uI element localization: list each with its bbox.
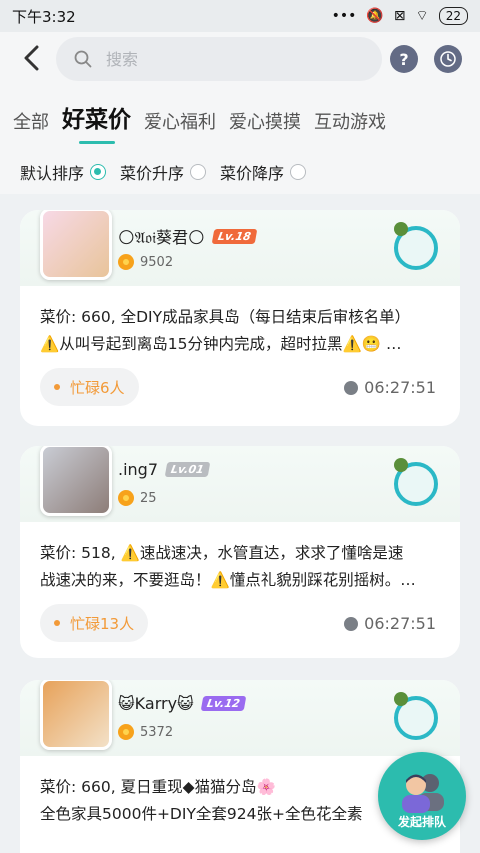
busy-badge: 忙碌6人 — [40, 368, 139, 406]
sort-price-asc[interactable]: 菜价升序 — [120, 160, 207, 184]
flower-icon — [118, 724, 134, 740]
back-arrow-icon — [24, 45, 39, 71]
post-header: 😺Karry😺 Lv.12 5372 — [20, 680, 460, 756]
chat-icon[interactable] — [394, 692, 438, 740]
search-input[interactable] — [104, 48, 348, 70]
sim-icon: ⊠ — [393, 8, 406, 24]
flower-icon — [118, 490, 134, 506]
post-content: 菜价: 660, 全DIY成品家具岛（每日结束后审核名单） ⚠️从叫号起到离岛1… — [20, 286, 460, 358]
clock-icon — [344, 616, 359, 631]
history-button[interactable] — [434, 45, 462, 73]
battery-icon: 22 — [438, 7, 468, 25]
people-icon — [402, 774, 444, 813]
post-card[interactable]: .ing7 Lv.01 25 菜价: 518, ⚠️速战速决，水管直达，求求了懂… — [20, 446, 460, 658]
sort-asc-label: 菜价升序 — [120, 164, 185, 183]
search-bar[interactable] — [56, 37, 382, 81]
post-time: 06:27:51 — [344, 614, 436, 633]
clock-icon — [440, 51, 456, 67]
category-tabs: 全部 好菜价 爱心福利 爱心摸摸 互动游戏 — [0, 94, 480, 144]
chat-icon[interactable] — [394, 458, 438, 506]
sort-options: 默认排序 菜价升序 菜价降序 — [0, 150, 480, 194]
sort-default[interactable]: 默认排序 — [20, 160, 107, 184]
tab-games[interactable]: 互动游戏 — [314, 108, 386, 144]
avatar[interactable] — [40, 680, 112, 750]
tab-welfare[interactable]: 爱心福利 — [144, 108, 216, 144]
fab-label: 发起排队 — [397, 815, 446, 829]
more-dots-icon: ••• — [331, 8, 357, 24]
points: 5372 — [118, 724, 173, 740]
points: 25 — [118, 490, 157, 506]
post-content: 菜价: 518, ⚠️速战速决，水管直达，求求了懂啥是速 战速决的来，不要逛岛！… — [20, 522, 460, 594]
level-badge: Lv.01 — [164, 462, 211, 477]
time-value: 06:27:51 — [364, 614, 436, 633]
tab-all[interactable]: 全部 — [13, 108, 49, 144]
post-line: 菜价: 518, ⚠️速战速决，水管直达，求求了懂啥是速 — [40, 544, 404, 562]
points-value: 25 — [140, 490, 157, 506]
radio-desc[interactable] — [290, 164, 307, 180]
time-value: 06:27:51 — [364, 378, 436, 397]
chat-icon[interactable] — [394, 222, 438, 270]
flower-icon — [118, 254, 134, 270]
wifi-icon: ⌔ — [415, 8, 429, 24]
busy-count: 忙碌6人 — [70, 378, 125, 397]
radio-default[interactable] — [90, 164, 107, 180]
level-badge: Lv.12 — [200, 696, 246, 711]
post-header: 🌕𝔄𝔬𝔦葵君🌕 Lv.18 9502 — [20, 210, 460, 286]
radio-asc[interactable] — [190, 164, 207, 180]
username[interactable]: 🌕𝔄𝔬𝔦葵君🌕 — [118, 224, 205, 248]
start-queue-button[interactable]: 发起排队 — [378, 752, 466, 840]
sort-price-desc[interactable]: 菜价降序 — [220, 160, 307, 184]
tab-petting[interactable]: 爱心摸摸 — [229, 108, 301, 144]
status-icons: ••• 🔕 ⊠ ⌔ 22 — [332, 7, 468, 25]
avatar[interactable] — [40, 210, 112, 280]
top-bar: ? 全部 好菜价 爱心福利 爱心摸摸 互动游戏 — [0, 32, 480, 150]
search-icon — [74, 50, 92, 68]
post-line: ⚠️从叫号起到离岛15分钟内完成，超时拉黑⚠️😬 … — [40, 335, 402, 353]
clock-icon — [344, 380, 359, 395]
post-footer: 忙碌6人 06:27:51 — [20, 358, 460, 414]
avatar[interactable] — [40, 446, 112, 516]
back-button[interactable] — [18, 44, 46, 72]
help-button[interactable]: ? — [390, 45, 418, 73]
points: 9502 — [118, 254, 173, 270]
status-time: 下午3:32 — [12, 7, 76, 26]
busy-dot-icon — [54, 384, 60, 390]
post-footer: 忙碌13人 06:27:51 — [20, 594, 460, 650]
user-line: .ing7 Lv.01 — [118, 460, 211, 479]
status-bar: 下午3:32 ••• 🔕 ⊠ ⌔ 22 — [0, 0, 480, 32]
sort-desc-label: 菜价降序 — [220, 164, 285, 183]
post-time: 06:27:51 — [344, 378, 436, 397]
tab-good-price[interactable]: 好菜价 — [62, 100, 131, 144]
level-badge: Lv.18 — [211, 228, 257, 244]
mute-icon: 🔕 — [366, 8, 384, 24]
busy-dot-icon — [54, 620, 60, 626]
sort-default-label: 默认排序 — [20, 164, 85, 183]
post-line: 菜价: 660, 全DIY成品家具岛（每日结束后审核名单） — [40, 308, 411, 326]
post-header: .ing7 Lv.01 25 — [20, 446, 460, 522]
user-line: 🌕𝔄𝔬𝔦葵君🌕 Lv.18 — [118, 224, 257, 248]
post-line: 战速决的来，不要逛岛！⚠️懂点礼貌别踩花别摇树。… — [40, 571, 416, 589]
points-value: 9502 — [140, 254, 174, 270]
username[interactable]: 😺Karry😺 — [118, 694, 194, 713]
points-value: 5372 — [140, 724, 174, 740]
busy-count: 忙碌13人 — [70, 614, 135, 633]
busy-badge: 忙碌13人 — [40, 604, 149, 642]
username[interactable]: .ing7 — [118, 460, 158, 479]
user-line: 😺Karry😺 Lv.12 — [118, 694, 246, 713]
post-card[interactable]: 🌕𝔄𝔬𝔦葵君🌕 Lv.18 9502 菜价: 660, 全DIY成品家具岛（每日… — [20, 210, 460, 426]
